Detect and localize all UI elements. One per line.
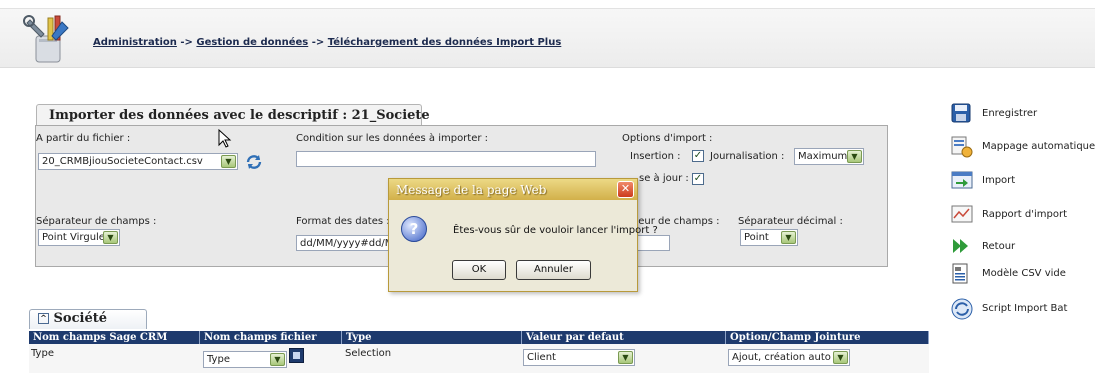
decimal-separator-value: Point: [744, 232, 769, 243]
cell-type: Selection: [345, 348, 392, 359]
column-header-file-field: Nom champs fichier: [200, 331, 342, 344]
breadcrumb-separator: ->: [311, 37, 325, 48]
breadcrumb-separator: ->: [180, 37, 193, 48]
collapse-icon[interactable]: ^: [38, 313, 49, 324]
chevron-down-icon: ▼: [103, 231, 118, 244]
chevron-down-icon: ▼: [847, 150, 862, 163]
breadcrumb-administration[interactable]: Administration: [93, 37, 177, 48]
journal-select-value: Maximum: [798, 151, 848, 162]
default-value: Client: [527, 352, 556, 363]
breadcrumb-gestion-donnees[interactable]: Gestion de données: [196, 37, 308, 48]
script-icon: [951, 298, 973, 320]
auto-mapping-label: Mappage automatique: [982, 141, 1095, 152]
column-header-type: Type: [342, 331, 522, 344]
admin-tools-icon: [22, 14, 74, 66]
file-field-value: Type: [207, 354, 230, 365]
dialog-title: Message de la page Web: [389, 179, 637, 200]
chevron-down-icon: ▼: [221, 155, 236, 168]
confirm-dialog: Message de la page Web ✕ ? Êtes-vous sûr…: [388, 178, 658, 292]
empty-csv-template-button[interactable]: Modèle CSV vide: [951, 263, 1091, 287]
fast-forward-icon: [951, 236, 971, 256]
join-option-select[interactable]: Ajout, création auto ▼: [728, 349, 850, 366]
journal-label: Journalisation :: [710, 151, 785, 162]
back-button[interactable]: Retour: [951, 236, 1091, 260]
import-panel-title: Importer des données avec le descriptif …: [36, 104, 430, 126]
dialog-message: Êtes-vous sûr de vouloir lancer l'import…: [453, 225, 658, 236]
breadcrumb-telechargement[interactable]: Téléchargement des données Import Plus: [328, 37, 562, 48]
ok-button[interactable]: OK: [452, 260, 506, 280]
chevron-down-icon: ▼: [833, 351, 848, 364]
chevron-down-icon: ▼: [781, 231, 796, 244]
save-label: Enregistrer: [982, 108, 1038, 119]
chevron-down-icon: ▼: [270, 353, 285, 366]
column-header-default-value: Valeur par defaut: [522, 331, 726, 344]
import-options-label: Options d'import :: [622, 133, 713, 144]
update-checkbox[interactable]: ✓: [692, 173, 704, 185]
script-import-bat-label: Script Import Bat: [982, 303, 1068, 314]
import-icon: [951, 170, 973, 190]
import-report-label: Rapport d'import: [982, 209, 1067, 220]
field-separator-value: Point Virgule: [42, 232, 105, 243]
decimal-separator-select[interactable]: Point ▼: [740, 229, 798, 246]
save-button[interactable]: Enregistrer: [951, 103, 1091, 127]
close-icon[interactable]: ✕: [617, 181, 634, 198]
breadcrumb: Administration -> Gestion de données -> …: [93, 37, 561, 48]
date-format-label: Format des dates :: [296, 216, 390, 227]
question-icon: ?: [401, 216, 427, 242]
join-option-value: Ajout, création auto: [732, 352, 831, 363]
update-label: se à jour :: [639, 173, 689, 184]
mouse-cursor-icon: [218, 128, 232, 149]
insertion-label: Insertion :: [630, 151, 681, 162]
file-select-value: 20_CRMBjiouSocieteContact.csv: [42, 156, 203, 167]
column-header-join-option: Option/Champ Jointure: [726, 331, 929, 344]
import-report-button[interactable]: Rapport d'import: [951, 204, 1091, 228]
default-value-select[interactable]: Client ▼: [523, 349, 635, 366]
cancel-button[interactable]: Annuler: [516, 260, 591, 280]
file-select[interactable]: 20_CRMBjiouSocieteContact.csv ▼: [38, 153, 238, 170]
refresh-icon[interactable]: [244, 152, 264, 172]
save-icon: [951, 103, 971, 123]
import-label: Import: [982, 175, 1016, 186]
societe-tab[interactable]: ^ Société: [29, 309, 147, 329]
csv-file-icon: [951, 263, 971, 284]
empty-csv-template-label: Modèle CSV vide: [982, 268, 1066, 279]
auto-mapping-button[interactable]: Mappage automatique: [951, 136, 1095, 160]
condition-input[interactable]: [296, 151, 596, 167]
field-separator-select[interactable]: Point Virgule ▼: [38, 229, 120, 246]
insertion-checkbox[interactable]: ✓: [692, 150, 704, 162]
cell-sage-field: Type: [31, 348, 54, 359]
field-separator-label: Séparateur de champs :: [36, 216, 157, 227]
condition-label: Condition sur les données à importer :: [296, 133, 489, 144]
field-detail-button[interactable]: [289, 348, 304, 363]
decimal-separator-label: Séparateur décimal :: [738, 216, 843, 227]
mapping-icon: [951, 136, 973, 158]
journal-select[interactable]: Maximum ▼: [794, 148, 864, 165]
file-field-select[interactable]: Type ▼: [203, 351, 287, 368]
chevron-down-icon: ▼: [618, 351, 633, 364]
back-label: Retour: [982, 241, 1016, 252]
import-button[interactable]: Import: [951, 170, 1091, 194]
file-label: A partir du fichier :: [36, 133, 131, 144]
societe-tab-label: Société: [53, 311, 107, 326]
report-icon: [951, 204, 973, 224]
column-header-sage-field: Nom champs Sage CRM: [29, 331, 200, 344]
script-import-bat-button[interactable]: Script Import Bat: [951, 298, 1091, 322]
